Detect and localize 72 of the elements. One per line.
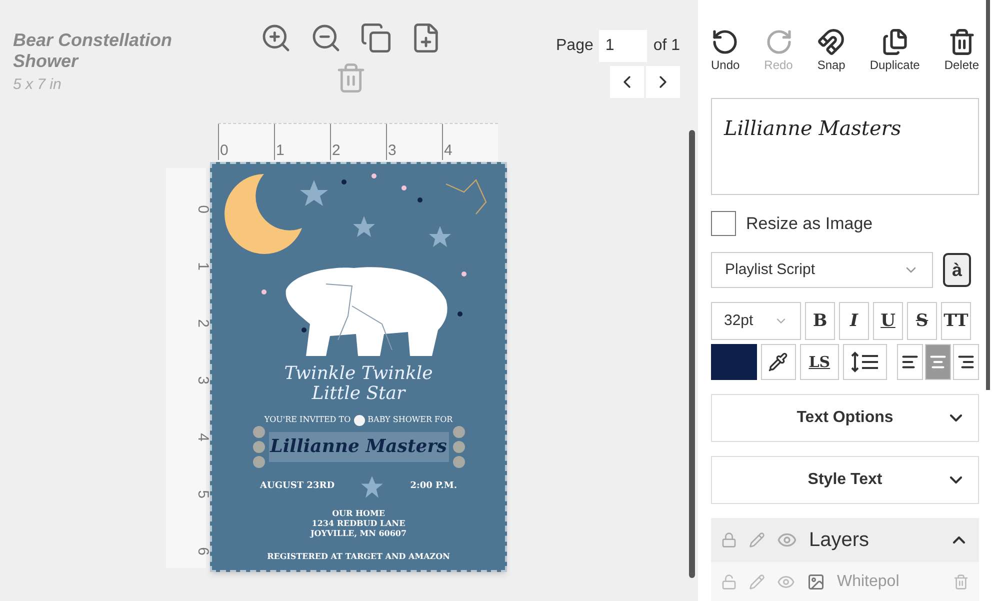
text-color-swatch[interactable] bbox=[711, 344, 757, 380]
invitation-text: YOU'RE INVITED TO bbox=[264, 414, 351, 426]
snap-button[interactable]: Snap bbox=[817, 28, 846, 74]
delete-icon bbox=[953, 574, 969, 590]
line-spacing-icon bbox=[851, 351, 880, 374]
resize-handle[interactable] bbox=[354, 414, 365, 426]
delete-button[interactable]: Delete bbox=[944, 28, 979, 74]
selected-name-text[interactable]: Lillianne Masters bbox=[268, 432, 448, 462]
card-headline: Twinkle Twinkle bbox=[284, 364, 433, 384]
unlock-icon bbox=[721, 574, 737, 590]
delete-icon bbox=[948, 28, 976, 56]
ruler-label: 3 bbox=[386, 124, 442, 160]
eyedropper-button[interactable] bbox=[760, 344, 796, 380]
copy-button[interactable] bbox=[360, 22, 392, 54]
time-text: 2:00 P.M. bbox=[410, 480, 457, 494]
zoom-in-button[interactable] bbox=[260, 22, 292, 54]
document-size: 5 x 7 in bbox=[13, 75, 62, 95]
date-text: AUGUST 23RD bbox=[260, 480, 335, 494]
layer-name: Whitepol bbox=[837, 572, 900, 592]
font-size-dropdown[interactable]: 32pt bbox=[711, 302, 801, 340]
page-total: of 1 bbox=[653, 36, 680, 56]
copy-icon bbox=[360, 22, 392, 54]
ruler-label: 2 bbox=[330, 124, 386, 160]
invitation-text: BABY SHOWER FOR bbox=[368, 414, 453, 426]
special-characters-button[interactable]: à bbox=[943, 253, 971, 288]
font-dropdown[interactable]: Playlist Script bbox=[711, 252, 933, 288]
lock-icon bbox=[721, 532, 737, 548]
eyedropper-icon bbox=[768, 352, 788, 372]
address-line: 1234 REDBUD LANE bbox=[312, 518, 406, 528]
section-header[interactable]: Text Options bbox=[711, 394, 979, 442]
layers-title: Layers bbox=[809, 528, 870, 553]
undo-button[interactable]: Undo bbox=[711, 28, 740, 74]
address-line: JOYVILLE, MN 60607 bbox=[310, 528, 407, 538]
zoom-in-icon bbox=[260, 22, 292, 54]
align-right-button[interactable] bbox=[953, 344, 979, 380]
page-label: Page bbox=[556, 36, 594, 56]
handles-icon[interactable] bbox=[452, 426, 464, 468]
card-headline: Little Star bbox=[312, 384, 406, 404]
italic-button[interactable]: I bbox=[839, 302, 869, 340]
page-number-field[interactable]: 1 bbox=[599, 30, 648, 62]
duplicate-button[interactable]: Duplicate bbox=[870, 28, 920, 74]
ruler-label: 0 bbox=[218, 124, 274, 160]
previous-page-button[interactable] bbox=[610, 66, 644, 98]
layers-header[interactable]: Layers bbox=[711, 518, 979, 562]
align-left-button[interactable] bbox=[897, 344, 923, 380]
redo-icon bbox=[764, 28, 792, 56]
strike-button[interactable]: S bbox=[907, 302, 937, 340]
document-title: Bear Constellation Shower bbox=[13, 30, 174, 72]
checkbox[interactable] bbox=[711, 211, 736, 236]
duplicate-icon bbox=[880, 28, 909, 56]
pencil-icon bbox=[749, 532, 765, 548]
handles-icon[interactable] bbox=[252, 426, 264, 468]
next-page-button[interactable] bbox=[646, 66, 680, 98]
line-spacing-button[interactable] bbox=[843, 344, 887, 380]
registry-text: REGISTERED AT TARGET AND AMAZON bbox=[267, 550, 450, 562]
pencil-icon bbox=[749, 574, 765, 590]
ruler-label: 1 bbox=[274, 124, 330, 160]
zoom-out-button[interactable] bbox=[310, 22, 342, 54]
letter-spacing-button[interactable]: LS bbox=[800, 344, 840, 380]
section-header[interactable]: Style Text bbox=[711, 456, 979, 504]
image-icon bbox=[807, 572, 825, 591]
delete-icon bbox=[335, 62, 367, 94]
ruler-label: 4 bbox=[442, 124, 498, 160]
underline-button[interactable]: U bbox=[873, 302, 903, 340]
text-input-field[interactable]: Lillianne Masters bbox=[711, 98, 979, 195]
snap-icon bbox=[817, 28, 846, 56]
undo-icon bbox=[711, 28, 740, 56]
bold-button[interactable]: B bbox=[805, 302, 835, 340]
address-line: OUR HOME bbox=[332, 508, 385, 518]
caps-button[interactable]: TT bbox=[941, 302, 971, 340]
zoom-out-icon bbox=[310, 22, 342, 54]
checkbox-label: Resize as Image bbox=[746, 212, 873, 235]
